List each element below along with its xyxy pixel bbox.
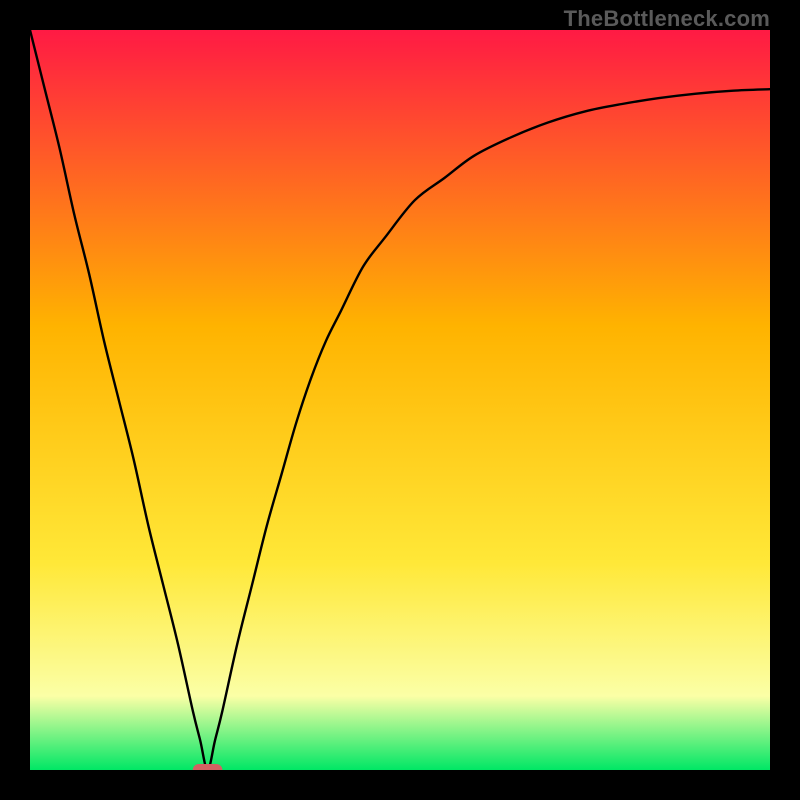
- bottleneck-plot: [30, 30, 770, 770]
- optimal-marker: [193, 764, 223, 770]
- gradient-bg: [30, 30, 770, 770]
- watermark-text: TheBottleneck.com: [564, 6, 770, 32]
- chart-frame: TheBottleneck.com: [0, 0, 800, 800]
